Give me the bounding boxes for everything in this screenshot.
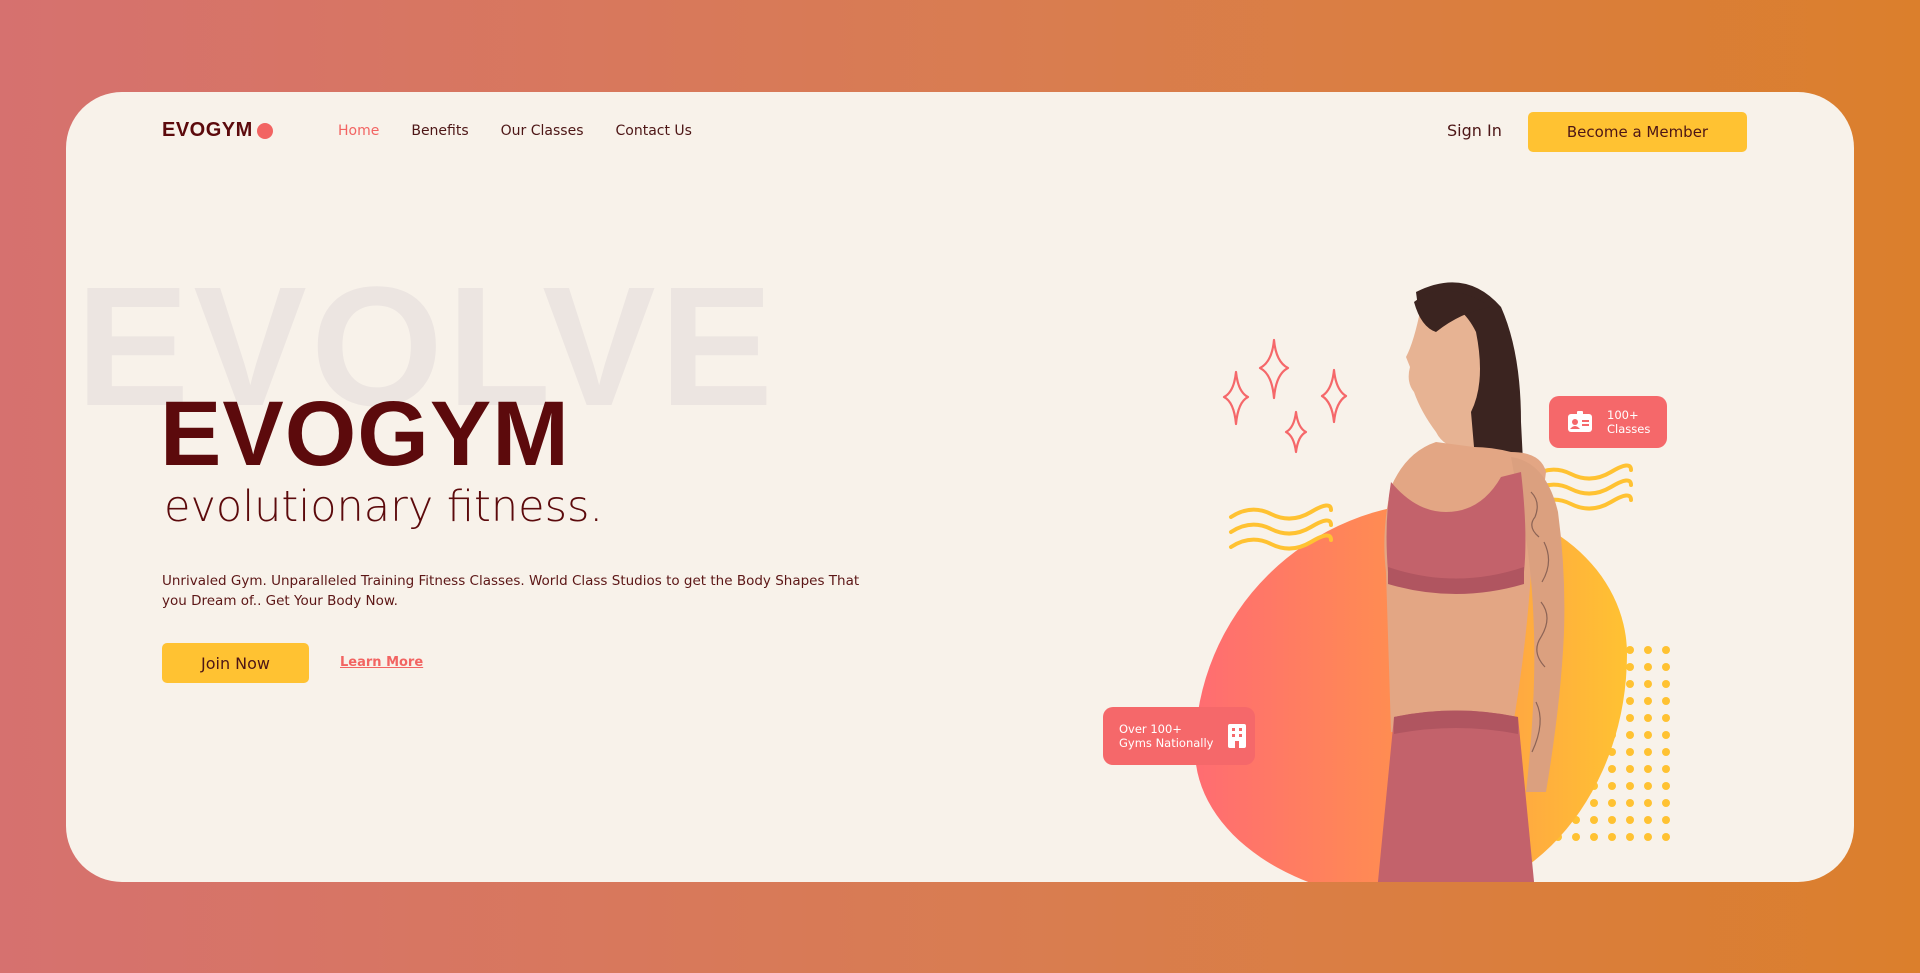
decoration-dot <box>1626 663 1634 671</box>
gyms-count: Over 100+ <box>1119 722 1182 736</box>
decoration-dot <box>1662 816 1670 824</box>
hero-subtitle: evolutionary fitness. <box>164 482 604 532</box>
decoration-dot <box>1644 714 1652 722</box>
hero-card: EVOGYM Home Benefits Our Classes Contact… <box>66 92 1854 882</box>
hero-title: EVOGYM <box>160 383 570 485</box>
decoration-dot <box>1644 748 1652 756</box>
decoration-dot <box>1626 714 1634 722</box>
decoration-dot <box>1590 833 1598 841</box>
main-nav: Home Benefits Our Classes Contact Us <box>338 123 692 139</box>
decoration-dot <box>1662 765 1670 773</box>
decoration-dot <box>1644 799 1652 807</box>
decoration-dot <box>1662 782 1670 790</box>
decoration-dot <box>1626 680 1634 688</box>
decoration-dot <box>1644 697 1652 705</box>
decoration-dot <box>1644 816 1652 824</box>
decoration-dot <box>1626 697 1634 705</box>
decoration-dot <box>1644 833 1652 841</box>
decoration-dot <box>1644 765 1652 773</box>
decoration-dot <box>1608 782 1616 790</box>
decoration-dot <box>1644 782 1652 790</box>
decoration-dot <box>1608 833 1616 841</box>
classes-label: Classes <box>1607 422 1651 436</box>
decoration-dot <box>1662 731 1670 739</box>
decoration-dot <box>1608 799 1616 807</box>
decoration-dot <box>1626 731 1634 739</box>
id-card-icon <box>1568 411 1592 432</box>
gyms-badge-text: Over 100+ Gyms Nationally <box>1119 722 1214 750</box>
gyms-badge: Over 100+ Gyms Nationally <box>1103 707 1255 765</box>
brand-dot-icon <box>256 122 273 139</box>
decoration-dot <box>1626 748 1634 756</box>
decoration-dot <box>1626 782 1634 790</box>
nav-item-benefits[interactable]: Benefits <box>411 123 468 139</box>
brand-logo[interactable]: EVOGYM <box>162 119 273 142</box>
decoration-dot <box>1662 748 1670 756</box>
learn-more-link[interactable]: Learn More <box>340 655 423 670</box>
decoration-dot <box>1644 731 1652 739</box>
decoration-dot <box>1626 799 1634 807</box>
decoration-dot <box>1662 697 1670 705</box>
nav-item-home[interactable]: Home <box>338 123 379 139</box>
decoration-dot <box>1662 680 1670 688</box>
join-now-button[interactable]: Join Now <box>162 643 309 683</box>
decoration-dot <box>1662 663 1670 671</box>
hero-description: Unrivaled Gym. Unparalleled Training Fit… <box>162 573 860 609</box>
decoration-dot <box>1644 646 1652 654</box>
classes-badge-text: 100+ Classes <box>1607 408 1650 436</box>
become-member-button[interactable]: Become a Member <box>1528 112 1747 152</box>
decoration-dot <box>1662 833 1670 841</box>
gyms-label: Gyms Nationally <box>1119 736 1214 750</box>
brand-name: EVOGYM <box>162 119 253 141</box>
decoration-dot <box>1608 816 1616 824</box>
nav-item-our-classes[interactable]: Our Classes <box>501 123 584 139</box>
decoration-dot <box>1662 714 1670 722</box>
decoration-dot <box>1626 765 1634 773</box>
decoration-dot <box>1608 765 1616 773</box>
decoration-dot <box>1626 816 1634 824</box>
sign-in-link[interactable]: Sign In <box>1447 121 1502 140</box>
nav-item-contact-us[interactable]: Contact Us <box>616 123 692 139</box>
decoration-dot <box>1644 663 1652 671</box>
decoration-dot <box>1590 816 1598 824</box>
classes-count: 100+ <box>1607 408 1639 422</box>
decoration-dot <box>1662 799 1670 807</box>
decoration-dot <box>1590 799 1598 807</box>
decoration-dot <box>1626 646 1634 654</box>
decoration-dot <box>1626 833 1634 841</box>
classes-badge: 100+ Classes <box>1549 396 1667 448</box>
building-icon <box>1227 724 1246 748</box>
decoration-dot <box>1644 680 1652 688</box>
athlete-illustration <box>1377 282 1565 882</box>
decoration-dot <box>1662 646 1670 654</box>
